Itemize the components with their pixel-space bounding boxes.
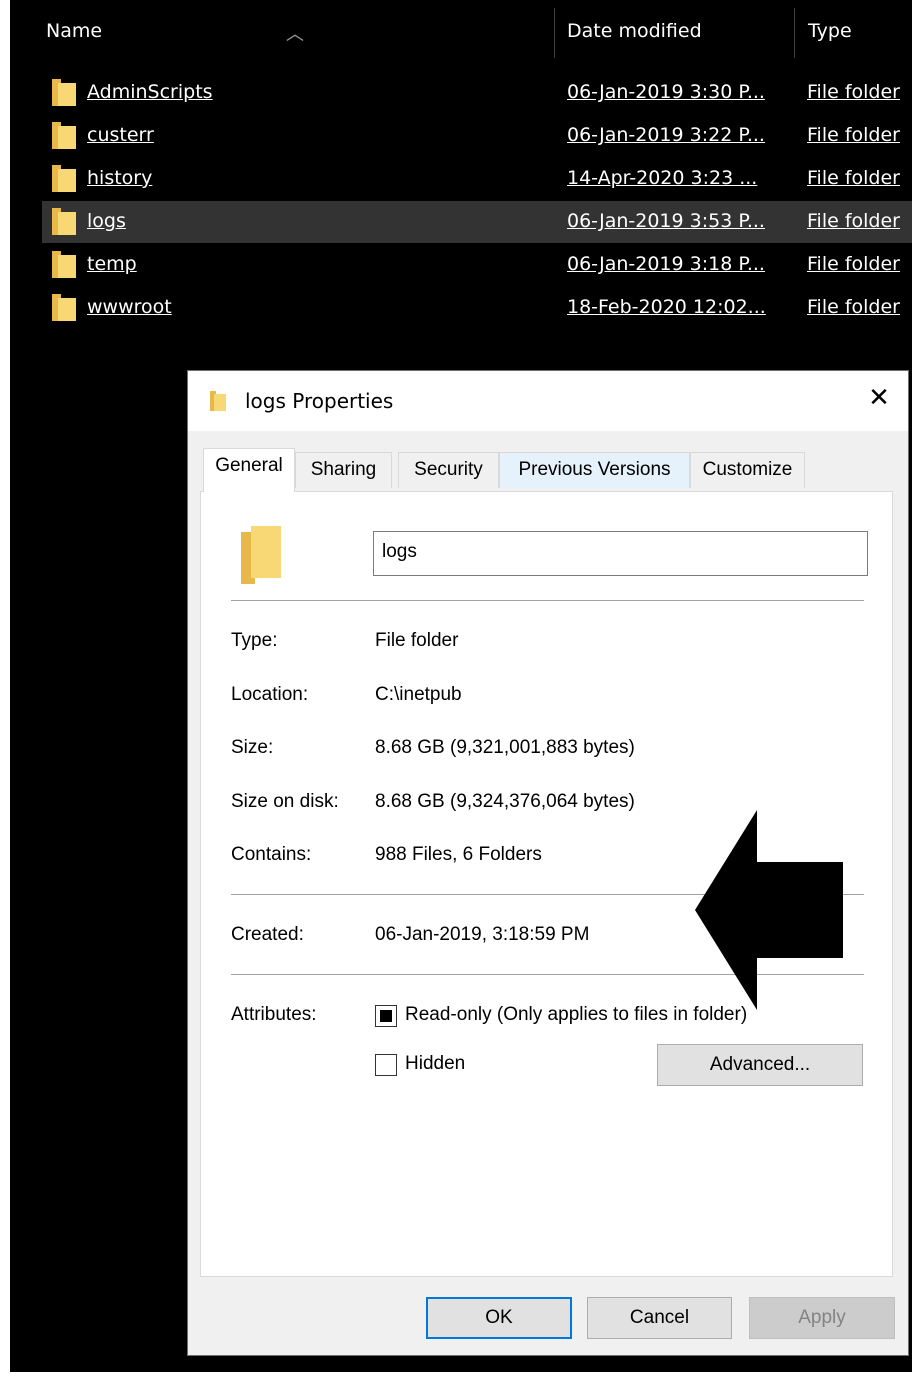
file-date: 06-Jan-2019 3:22 P... xyxy=(567,124,765,146)
column-header-bar: ︿ Name Date modified Type xyxy=(10,0,912,62)
folder-icon xyxy=(52,165,76,192)
file-type: File folder xyxy=(807,253,900,275)
file-row-selected[interactable]: logs 06-Jan-2019 3:53 P... File folder xyxy=(42,201,912,243)
file-type: File folder xyxy=(807,296,900,318)
folder-icon xyxy=(52,251,76,278)
created-label: Created: xyxy=(231,924,304,945)
tab-customize[interactable]: Customize xyxy=(690,452,805,488)
file-row[interactable]: custerr 06-Jan-2019 3:22 P... File folde… xyxy=(42,115,912,157)
file-type: File folder xyxy=(807,210,900,232)
file-row[interactable]: AdminScripts 06-Jan-2019 3:30 P... File … xyxy=(42,72,912,114)
contains-value: 988 Files, 6 Folders xyxy=(375,844,542,865)
file-name[interactable]: logs xyxy=(87,210,126,232)
folder-name-input[interactable]: logs xyxy=(373,531,868,576)
properties-dialog: logs Properties ✕ General Sharing Securi… xyxy=(187,370,909,1356)
location-value: C:\inetpub xyxy=(375,684,462,705)
file-date: 06-Jan-2019 3:18 P... xyxy=(567,253,765,275)
dialog-title-bar[interactable]: logs Properties ✕ xyxy=(188,371,908,431)
folder-icon xyxy=(52,208,76,235)
folder-icon xyxy=(52,122,76,149)
file-date: 14-Apr-2020 3:23 ... xyxy=(567,167,758,189)
column-date-header[interactable]: Date modified xyxy=(567,20,702,42)
file-type: File folder xyxy=(807,167,900,189)
folder-icon xyxy=(52,79,76,106)
apply-button[interactable]: Apply xyxy=(749,1297,895,1339)
size-value: 8.68 GB (9,321,001,883 bytes) xyxy=(375,737,635,758)
file-type: File folder xyxy=(807,124,900,146)
file-date: 18-Feb-2020 12:02... xyxy=(567,296,766,318)
tab-previous-versions[interactable]: Previous Versions xyxy=(499,452,690,488)
general-panel: logs Type: File folder Location: C:\inet… xyxy=(200,491,893,1277)
column-divider[interactable] xyxy=(794,8,795,58)
close-icon[interactable]: ✕ xyxy=(864,383,894,413)
file-row[interactable]: temp 06-Jan-2019 3:18 P... File folder xyxy=(42,244,912,286)
attributes-label: Attributes: xyxy=(231,1004,317,1025)
file-name[interactable]: AdminScripts xyxy=(87,81,213,103)
file-type: File folder xyxy=(807,81,900,103)
file-date: 06-Jan-2019 3:53 P... xyxy=(567,210,765,232)
ok-button[interactable]: OK xyxy=(426,1297,572,1339)
hidden-label[interactable]: Hidden xyxy=(405,1053,465,1075)
sort-up-icon: ︿ xyxy=(286,24,304,45)
advanced-button[interactable]: Advanced... xyxy=(657,1044,863,1086)
folder-icon xyxy=(241,526,281,584)
size-on-disk-value: 8.68 GB (9,324,376,064 bytes) xyxy=(375,791,635,812)
dialog-title: logs Properties xyxy=(245,389,394,413)
size-on-disk-label: Size on disk: xyxy=(231,791,339,812)
contains-label: Contains: xyxy=(231,844,312,865)
size-label: Size: xyxy=(231,737,274,758)
left-arrow-annotation xyxy=(695,810,843,1010)
file-row[interactable]: history 14-Apr-2020 3:23 ... File folder xyxy=(42,158,912,200)
hidden-checkbox[interactable] xyxy=(375,1054,397,1076)
file-name[interactable]: temp xyxy=(87,253,137,275)
tab-general[interactable]: General xyxy=(203,448,295,492)
file-name[interactable]: wwwroot xyxy=(87,296,172,318)
divider xyxy=(231,600,864,601)
folder-icon xyxy=(52,294,76,321)
column-divider[interactable] xyxy=(554,8,555,58)
created-value: 06-Jan-2019, 3:18:59 PM xyxy=(375,924,590,945)
column-type-header[interactable]: Type xyxy=(808,20,852,42)
file-date: 06-Jan-2019 3:30 P... xyxy=(567,81,765,103)
column-name-header[interactable]: Name xyxy=(46,20,102,42)
cancel-button[interactable]: Cancel xyxy=(587,1297,732,1339)
tab-sharing[interactable]: Sharing xyxy=(295,452,392,488)
type-label: Type: xyxy=(231,630,278,651)
tab-security[interactable]: Security xyxy=(398,452,499,488)
file-name[interactable]: custerr xyxy=(87,124,154,146)
readonly-checkbox[interactable] xyxy=(375,1005,397,1027)
file-name[interactable]: history xyxy=(87,167,152,189)
location-label: Location: xyxy=(231,684,309,705)
type-value: File folder xyxy=(375,630,459,651)
folder-icon xyxy=(210,391,226,411)
file-row[interactable]: wwwroot 18-Feb-2020 12:02... File folder xyxy=(42,287,912,329)
